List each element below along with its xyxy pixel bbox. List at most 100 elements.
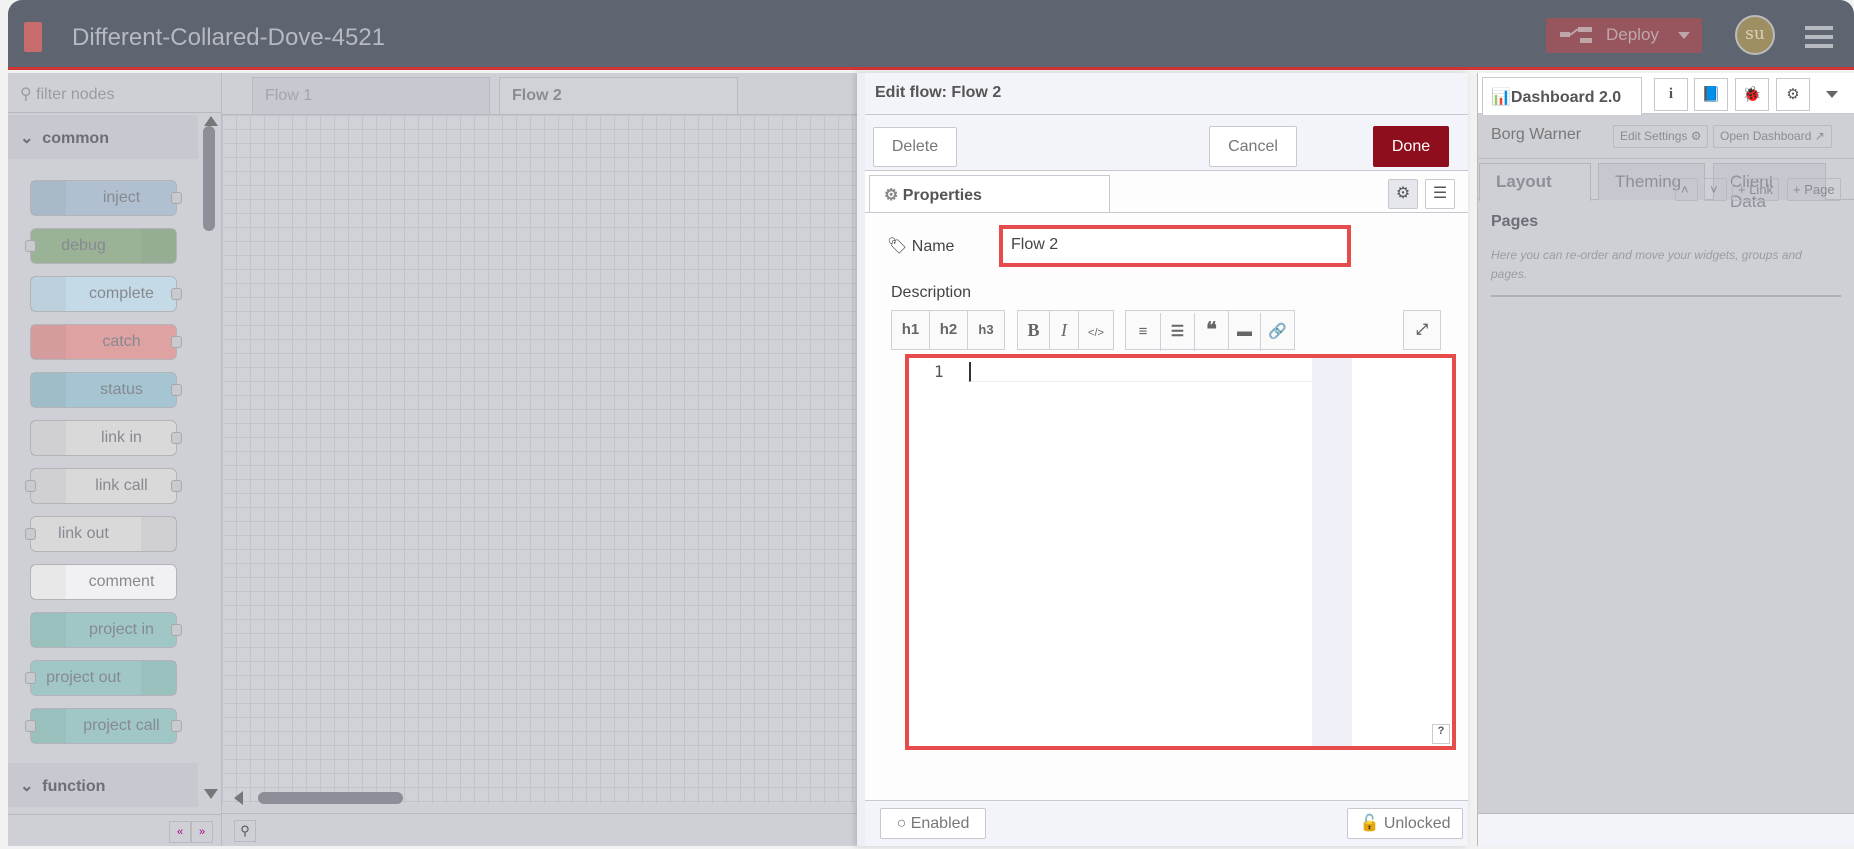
- quote-icon[interactable]: ❝: [1195, 311, 1229, 349]
- palette-node[interactable]: comment: [30, 564, 177, 600]
- deploy-button[interactable]: Deploy: [1546, 18, 1702, 53]
- flow-canvas[interactable]: [222, 114, 857, 804]
- user-avatar[interactable]: su: [1735, 15, 1775, 55]
- search-icon[interactable]: ⚲: [234, 820, 256, 842]
- add-link-button[interactable]: + Link: [1732, 178, 1780, 201]
- italic-button[interactable]: I: [1050, 311, 1079, 349]
- pages-heading: Pages: [1491, 213, 1539, 230]
- done-button[interactable]: Done: [1373, 126, 1449, 167]
- collapse-all-icon[interactable]: «: [169, 821, 191, 843]
- tab-flow-2[interactable]: Flow 2: [499, 77, 738, 115]
- open-dashboard-button[interactable]: Open Dashboard ↗: [1713, 125, 1832, 148]
- expand-all-icon[interactable]: »: [191, 821, 213, 843]
- output-port: [171, 192, 182, 204]
- tab-dashboard[interactable]: 📊Dashboard 2.0: [1482, 77, 1642, 115]
- name-input[interactable]: Flow 2: [999, 225, 1351, 267]
- node-palette: ⚲ filter nodes ⌄ common inject debug compl…: [8, 73, 222, 846]
- palette-node[interactable]: link in: [30, 420, 182, 456]
- circle-icon: ○: [896, 815, 907, 832]
- cancel-button[interactable]: Cancel: [1209, 126, 1297, 167]
- ordered-list-icon[interactable]: ≡: [1126, 313, 1161, 351]
- output-port: [171, 480, 182, 492]
- unlock-icon: 🔓: [1359, 815, 1380, 832]
- settings-icon[interactable]: ⚙: [1388, 179, 1418, 209]
- category-function[interactable]: ⌄ function: [8, 763, 198, 807]
- tray-toolbar: Delete Cancel Done: [865, 115, 1468, 171]
- bold-button[interactable]: B: [1018, 311, 1050, 349]
- category-common[interactable]: ⌄ common: [8, 115, 198, 159]
- info-icon[interactable]: i: [1654, 78, 1688, 111]
- palette-node[interactable]: project in: [30, 612, 182, 648]
- h3-button[interactable]: h3: [968, 311, 1004, 349]
- edit-settings-button[interactable]: Edit Settings ⚙: [1613, 125, 1709, 148]
- divider: [1491, 295, 1841, 297]
- code-button[interactable]: </>: [1079, 314, 1113, 352]
- expand-group: ⤢: [1403, 310, 1441, 350]
- line-number: 1: [934, 362, 944, 381]
- gear-icon[interactable]: ⚙: [1776, 78, 1810, 111]
- description-editor[interactable]: 1 ?: [905, 354, 1456, 750]
- workspace-footer: ⚲: [222, 813, 857, 846]
- canvas-scrollbar[interactable]: [258, 792, 403, 804]
- debug-bug-icon[interactable]: 🐞: [1735, 78, 1769, 111]
- palette-node[interactable]: status: [30, 372, 182, 408]
- filter-placeholder: filter nodes: [36, 86, 115, 103]
- palette-node[interactable]: debug: [25, 228, 177, 264]
- help-icon[interactable]: ?: [1432, 724, 1450, 744]
- input-port: [25, 240, 36, 252]
- output-port: [171, 720, 182, 732]
- tab-label: Flow 2: [512, 87, 562, 104]
- editor-scrollbar[interactable]: [1312, 358, 1352, 746]
- add-page-button[interactable]: + Page: [1787, 178, 1841, 201]
- text-cursor: [969, 362, 1312, 382]
- h2-button[interactable]: h2: [930, 311, 968, 349]
- tab-label: Properties: [902, 187, 982, 204]
- output-port: [171, 336, 182, 348]
- tag-icon: 🏷: [887, 238, 908, 255]
- main-menu-icon[interactable]: [1805, 26, 1833, 48]
- category-label: common: [42, 130, 109, 147]
- move-up-icon[interactable]: ˄: [1675, 178, 1698, 201]
- enabled-toggle[interactable]: ○ Enabled: [880, 808, 986, 839]
- scroll-up-icon[interactable]: [204, 109, 218, 126]
- tray-title: Edit flow: Flow 2: [865, 73, 1468, 115]
- tab-layout[interactable]: Layout: [1479, 163, 1591, 201]
- node-label: comment: [88, 573, 155, 590]
- palette-node[interactable]: link call: [25, 468, 182, 504]
- palette-node[interactable]: link out: [25, 516, 177, 552]
- filter-nodes-input[interactable]: ⚲ filter nodes: [8, 73, 222, 113]
- palette-node[interactable]: inject: [30, 180, 182, 216]
- palette-node[interactable]: project call: [25, 708, 182, 744]
- h1-button[interactable]: h1: [892, 311, 930, 349]
- heading-group: h1 h2 h3: [891, 310, 1005, 350]
- palette-node[interactable]: catch: [30, 324, 182, 360]
- deploy-icon: [1560, 27, 1592, 43]
- app-title: Different-Collared-Dove-4521: [72, 24, 386, 51]
- deploy-dropdown-icon[interactable]: [1678, 32, 1690, 45]
- palette-scrollbar[interactable]: [203, 126, 215, 231]
- output-port: [171, 384, 182, 396]
- book-icon[interactable]: 📘: [1694, 78, 1728, 111]
- link-icon[interactable]: 🔗: [1261, 313, 1294, 351]
- tab-properties[interactable]: ⚙ Properties: [869, 175, 1110, 213]
- palette-node[interactable]: complete: [30, 276, 182, 312]
- palette-footer: « »: [8, 814, 222, 846]
- tab-flow-1[interactable]: Flow 1: [252, 77, 490, 114]
- sidebar-dropdown-icon[interactable]: [1826, 91, 1838, 104]
- unordered-list-icon[interactable]: ☰: [1161, 313, 1195, 351]
- output-port: [171, 624, 182, 636]
- divider: [1478, 158, 1854, 159]
- move-down-icon[interactable]: ˅: [1704, 178, 1727, 201]
- list-icon[interactable]: ☰: [1425, 179, 1455, 209]
- output-port: [171, 432, 182, 444]
- edit-flow-tray: Edit flow: Flow 2 Delete Cancel Done ⚙ P…: [857, 73, 1468, 846]
- scroll-left-icon[interactable]: [234, 791, 243, 805]
- horizontal-rule-icon[interactable]: ▬: [1229, 313, 1261, 351]
- scroll-down-icon[interactable]: [204, 789, 218, 806]
- expand-icon[interactable]: ⤢: [1404, 311, 1440, 349]
- palette-node[interactable]: project out: [25, 660, 177, 696]
- lock-toggle[interactable]: 🔓 Unlocked: [1347, 808, 1463, 839]
- delete-button[interactable]: Delete: [873, 127, 957, 167]
- name-label-text: Name: [911, 238, 955, 255]
- input-port: [25, 672, 36, 684]
